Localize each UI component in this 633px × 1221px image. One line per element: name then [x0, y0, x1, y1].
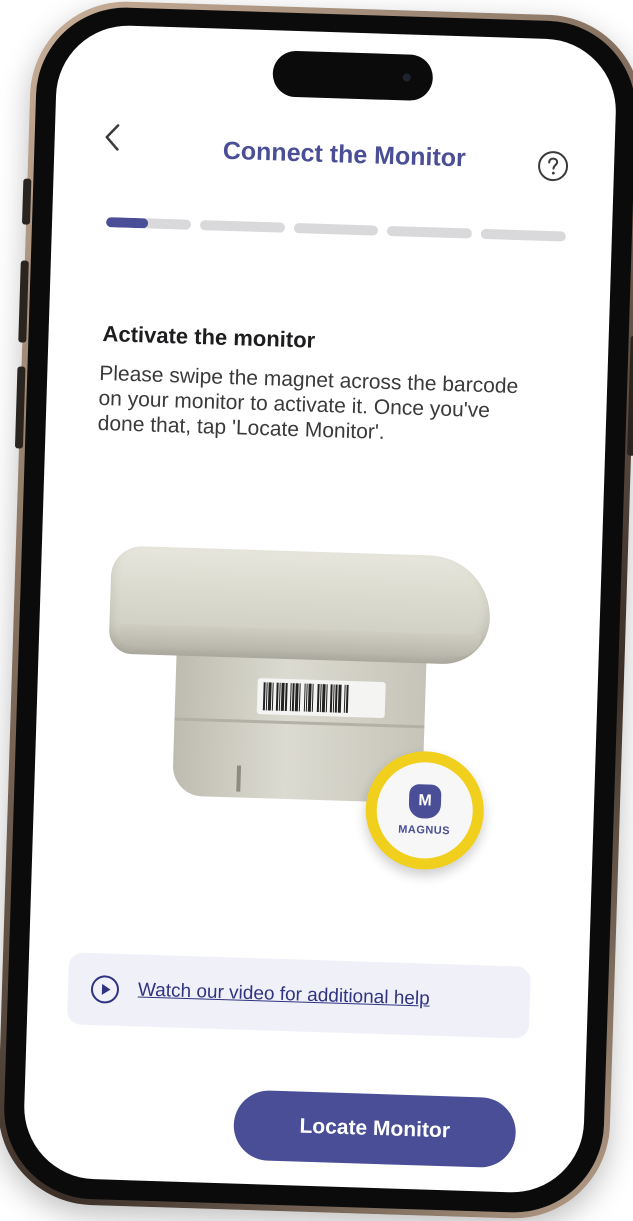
step-instructions: Please swipe the magnet across the barco… [97, 361, 519, 444]
barcode-label [256, 678, 386, 719]
locate-monitor-button[interactable]: Locate Monitor [232, 1089, 517, 1169]
page-title: Connect the Monitor [222, 136, 467, 173]
progress-segment-5 [480, 228, 566, 242]
barcode-bar [345, 684, 349, 713]
play-circle-icon [90, 975, 119, 1004]
step-heading: Activate the monitor [102, 321, 316, 353]
magnet-disc: M MAGNUS [363, 749, 486, 872]
app-screen: Connect the Monitor Activate the monitor… [22, 23, 619, 1195]
progress-segment-1 [105, 217, 191, 230]
magnet-face: M MAGNUS [375, 760, 475, 860]
help-button[interactable] [536, 149, 571, 184]
progress-segment-4 [387, 225, 473, 239]
magnus-logo: M [408, 783, 442, 819]
video-help-panel[interactable]: Watch our video for additional help [66, 952, 531, 1039]
progress-segment-2 [199, 220, 285, 233]
progress-segment-fill [105, 217, 149, 229]
back-button[interactable] [94, 117, 129, 158]
monitor-notch [236, 765, 242, 792]
side-button-action [21, 178, 32, 225]
monitor-illustration: M MAGNUS [103, 545, 492, 872]
magnus-brand-text: MAGNUS [398, 823, 451, 838]
step-progress [105, 217, 566, 243]
camera-lens [402, 73, 411, 82]
progress-segment-3 [293, 222, 379, 236]
question-circle-icon [538, 151, 569, 182]
chevron-left-icon [105, 124, 120, 151]
video-help-link[interactable]: Watch our video for additional help [138, 979, 430, 1010]
phone-mockup: Connect the Monitor Activate the monitor… [0, 0, 633, 1221]
dynamic-island [272, 50, 434, 102]
